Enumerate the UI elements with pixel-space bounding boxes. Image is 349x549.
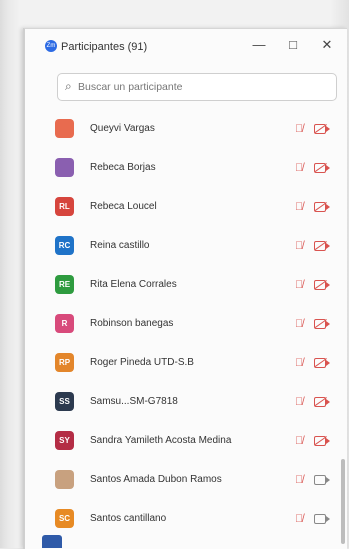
camera-off-icon[interactable]: [314, 162, 330, 173]
participant-avatar: RL: [55, 197, 74, 216]
participant-name: Sandra Yamileth Acosta Medina: [90, 435, 232, 446]
participant-avatar: [55, 158, 74, 177]
participant-row[interactable]: SY Sandra Yamileth Acosta Medina 🎙̸: [25, 421, 335, 460]
camera-off-icon[interactable]: [314, 396, 330, 407]
mic-muted-icon[interactable]: 🎙̸: [295, 240, 303, 252]
participant-name: Robinson banegas: [90, 318, 174, 329]
participant-avatar: SY: [55, 431, 74, 450]
mic-muted-icon[interactable]: 🎙̸: [295, 279, 303, 291]
participant-name: Samsu...SM-G7818: [90, 396, 178, 407]
participant-row[interactable]: Santos Amada Dubon Ramos 🎙̸: [25, 460, 335, 499]
participant-avatar: [55, 119, 74, 138]
partial-avatar: [42, 535, 62, 548]
camera-off-icon[interactable]: [314, 240, 330, 251]
scrollbar[interactable]: [341, 459, 345, 544]
participant-row[interactable]: RL Rebeca Loucel 🎙̸: [25, 187, 335, 226]
mic-muted-icon[interactable]: 🎙̸: [295, 318, 303, 330]
camera-icon[interactable]: [314, 474, 330, 485]
mic-muted-icon[interactable]: 🎙̸: [295, 123, 303, 135]
mic-muted-icon[interactable]: 🎙̸: [295, 162, 303, 174]
participant-name: Rita Elena Corrales: [90, 279, 177, 290]
close-button[interactable]: ✕: [318, 37, 336, 53]
mic-muted-icon[interactable]: 🎙̸: [295, 201, 303, 213]
camera-off-icon[interactable]: [314, 435, 330, 446]
minimize-button[interactable]: —: [250, 37, 268, 52]
mic-muted-icon[interactable]: 🎙̸: [295, 435, 303, 447]
participant-avatar: SC: [55, 509, 74, 528]
participant-row[interactable]: Rebeca Borjas 🎙̸: [25, 148, 335, 187]
participant-row[interactable]: R Robinson banegas 🎙̸: [25, 304, 335, 343]
participant-row[interactable]: RP Roger Pineda UTD-S.B 🎙̸: [25, 343, 335, 382]
mic-muted-icon[interactable]: 🎙̸: [295, 513, 303, 525]
camera-off-icon[interactable]: [314, 201, 330, 212]
participant-avatar: [55, 470, 74, 489]
participant-row[interactable]: Queyvi Vargas 🎙̸: [25, 109, 335, 148]
participant-row[interactable]: RE Rita Elena Corrales 🎙̸: [25, 265, 335, 304]
participant-avatar: R: [55, 314, 74, 333]
app-logo-icon: Zm: [45, 40, 57, 52]
participant-avatar: RC: [55, 236, 74, 255]
search-placeholder: Buscar un participante: [78, 81, 183, 93]
participant-name: Queyvi Vargas: [90, 123, 155, 134]
participant-name: Rebeca Loucel: [90, 201, 157, 212]
participants-window: Zm Participantes (91) — □ ✕ ⌕ Buscar un …: [23, 28, 347, 549]
mic-muted-icon[interactable]: 🎙̸: [295, 357, 303, 369]
maximize-button[interactable]: □: [284, 37, 302, 52]
mic-muted-icon[interactable]: 🎙̸: [295, 474, 303, 486]
participant-row[interactable]: SC Santos cantillano 🎙̸: [25, 499, 335, 538]
participant-name: Reina castillo: [90, 240, 150, 251]
camera-off-icon[interactable]: [314, 279, 330, 290]
participant-avatar: RP: [55, 353, 74, 372]
participant-name: Santos cantillano: [90, 513, 167, 524]
camera-off-icon[interactable]: [314, 123, 330, 134]
participant-avatar: RE: [55, 275, 74, 294]
search-input[interactable]: ⌕ Buscar un participante: [57, 73, 337, 101]
participant-name: Roger Pineda UTD-S.B: [90, 357, 194, 368]
participant-avatar: SS: [55, 392, 74, 411]
search-icon: ⌕: [65, 79, 72, 93]
participant-row[interactable]: SS Samsu...SM-G7818 🎙̸: [25, 382, 335, 421]
camera-off-icon[interactable]: [314, 318, 330, 329]
title-bar: Zm Participantes (91) — □ ✕: [25, 29, 347, 65]
participant-list[interactable]: Queyvi Vargas 🎙̸ Rebeca Borjas 🎙̸ RL Rebeca L…: [25, 109, 347, 549]
participant-row[interactable]: RC Reina castillo 🎙̸: [25, 226, 335, 265]
camera-icon[interactable]: [314, 513, 330, 524]
window-title: Participantes (91): [61, 41, 148, 53]
mic-muted-icon[interactable]: 🎙̸: [295, 396, 303, 408]
participant-name: Santos Amada Dubon Ramos: [90, 474, 222, 485]
camera-off-icon[interactable]: [314, 357, 330, 368]
participant-name: Rebeca Borjas: [90, 162, 156, 173]
